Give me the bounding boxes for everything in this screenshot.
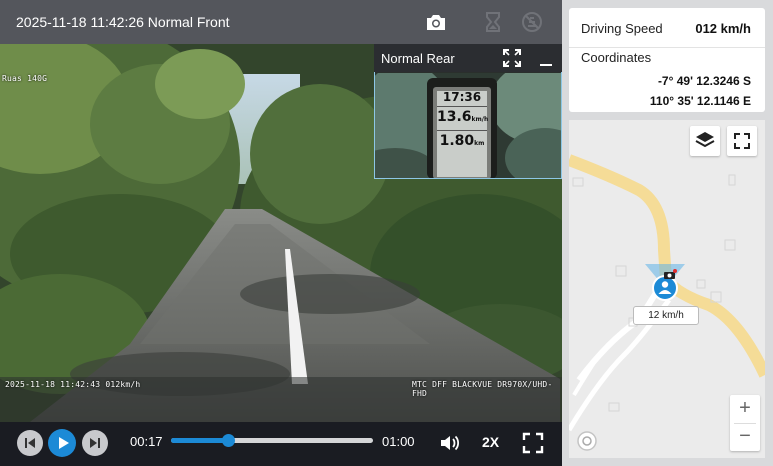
- fullscreen-icon[interactable]: [727, 126, 757, 156]
- map-speed-label: 12 km/h: [633, 306, 699, 325]
- divider: [569, 47, 765, 48]
- car-icon: [664, 269, 677, 279]
- rear-gauge-distance-unit: km: [474, 140, 485, 147]
- playback-speed-button[interactable]: 2X: [482, 434, 499, 450]
- map-view[interactable]: 12 km/h + −: [569, 120, 765, 458]
- zoom-out-button[interactable]: −: [730, 423, 760, 451]
- driving-speed-label: Driving Speed: [581, 21, 663, 36]
- next-icon[interactable]: [82, 430, 108, 456]
- play-icon[interactable]: [48, 429, 76, 457]
- no-signal-icon[interactable]: [520, 10, 544, 34]
- longitude-value: 110° 35' 12.1146 E: [649, 94, 751, 108]
- playback-controls: 00:17 01:00 2X: [0, 422, 562, 466]
- front-camera-view[interactable]: Ruas 140G 2025-11-18 11:42:43 012km/h MT…: [0, 44, 562, 422]
- osd-device: MTC DFF BLACKVUE DR970X/UHD-FHD: [412, 380, 553, 398]
- expand-icon[interactable]: [502, 48, 522, 68]
- osd-road-sign: Ruas 140G: [2, 74, 48, 83]
- current-time: 00:17: [130, 434, 163, 449]
- layers-icon[interactable]: [690, 126, 720, 156]
- rear-camera-image: 17:36 13.6km/h 1.80km: [375, 63, 561, 178]
- rear-gauge-time: 17:36: [442, 90, 482, 104]
- rear-gauge-distance: 1.80: [439, 133, 475, 149]
- vehicle-marker[interactable]: [641, 260, 689, 302]
- video-title: 2025-11-18 11:42:26 Normal Front: [16, 14, 230, 30]
- fullscreen-icon[interactable]: [522, 432, 544, 454]
- progress-fill: [171, 438, 229, 443]
- trip-info-card: Driving Speed 012 km/h Coordinates -7° 4…: [569, 8, 765, 112]
- rear-view-bar: Normal Rear: [374, 44, 562, 72]
- rear-view-title: Normal Rear: [381, 51, 455, 66]
- prev-icon[interactable]: [17, 430, 43, 456]
- video-header: 2025-11-18 11:42:26 Normal Front: [0, 0, 562, 44]
- minimize-icon[interactable]: [536, 48, 556, 68]
- locate-icon[interactable]: [576, 430, 598, 452]
- camera-icon[interactable]: [424, 10, 448, 34]
- rear-gauge-speed-unit: km/h: [471, 116, 489, 123]
- zoom-in-button[interactable]: +: [730, 395, 760, 423]
- progress-handle[interactable]: [222, 434, 236, 447]
- hourglass-icon[interactable]: [481, 10, 505, 34]
- zoom-control: + −: [730, 395, 760, 451]
- total-time: 01:00: [382, 434, 415, 449]
- volume-icon[interactable]: [439, 432, 461, 454]
- video-player: 2025-11-18 11:42:26 Normal Front Ruas 14…: [0, 0, 562, 466]
- latitude-value: -7° 49' 12.3246 S: [657, 74, 751, 88]
- rear-gauge-speed: 13.6: [437, 109, 472, 125]
- driving-speed-value: 012 km/h: [695, 21, 751, 36]
- osd-timestamp: 2025-11-18 11:42:43 012km/h: [5, 380, 141, 389]
- coordinates-label: Coordinates: [581, 50, 652, 65]
- progress-bar[interactable]: [171, 434, 373, 447]
